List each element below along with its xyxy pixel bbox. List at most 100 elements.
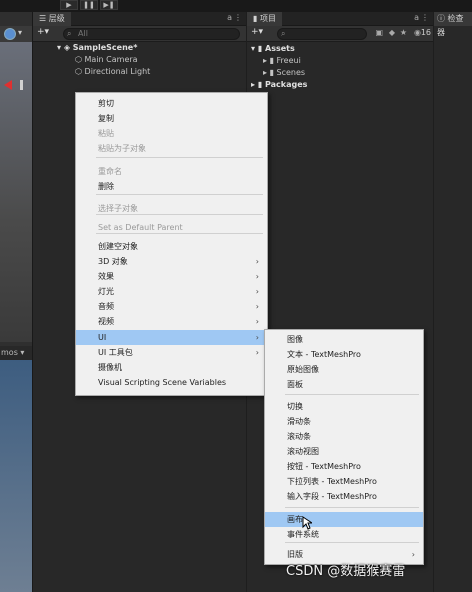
menu-item-label: 滑动条 <box>287 417 311 426</box>
menu-item-label: 输入字段 - TextMeshPro <box>287 492 377 501</box>
game-tab[interactable]: mos ▾ <box>0 346 32 360</box>
context-menu-item[interactable]: Visual Scripting Scene Variables <box>76 375 267 390</box>
tab-inspector[interactable]: ⓘ 检查器 <box>434 12 472 37</box>
chevron-right-icon: › <box>255 348 259 357</box>
context-menu-item[interactable]: UI › <box>76 330 267 345</box>
folder-icon: ▮ <box>257 44 265 53</box>
menu-item-label: 灯光 <box>98 287 114 296</box>
scene-view[interactable] <box>0 42 32 342</box>
context-menu-item: 粘贴 <box>76 126 267 141</box>
context-menu-item[interactable]: 视频 › <box>76 314 267 329</box>
menu-item-label: 创建空对象 <box>98 242 138 251</box>
axis-gizmo-icon <box>4 80 12 90</box>
project-tabbar: ▮ 项目 a ⋮ <box>247 12 433 26</box>
search-input[interactable]: ⌕ All <box>63 28 240 40</box>
lock-icon[interactable]: a <box>227 13 232 22</box>
menu-item-label: 文本 - TextMeshPro <box>287 350 361 359</box>
scene-row[interactable]: ▾ ◈ SampleScene* <box>57 42 137 54</box>
submenu-item[interactable]: 输入字段 - TextMeshPro <box>265 489 423 504</box>
watermark: CSDN @数据猴赛雷 <box>286 564 406 579</box>
menu-item-label: 下拉列表 - TextMeshPro <box>287 477 377 486</box>
filter-type-icon[interactable]: ▣ <box>375 28 383 37</box>
context-menu-item[interactable]: UI 工具包 › <box>76 345 267 360</box>
search-icon: ⌕ <box>67 29 72 38</box>
hierarchy-tabbar: ☰ 层级 a ⋮ <box>33 12 246 26</box>
pause-button[interactable]: ❚❚ <box>80 0 98 10</box>
add-button[interactable]: +▾ <box>37 27 49 37</box>
tree-item-packages[interactable]: ▸ ▮ Packages <box>251 79 307 91</box>
hierarchy-toolbar: +▾ ⌕ All <box>33 26 246 42</box>
menu-item-label: 旧版 <box>287 550 303 559</box>
more-icon[interactable]: ⋮ <box>234 13 242 22</box>
context-menu-item[interactable]: 效果 › <box>76 269 267 284</box>
context-menu-item[interactable]: 删除 <box>76 179 267 194</box>
context-menu-item[interactable]: 剪切 <box>76 96 267 111</box>
submenu-item[interactable]: 画布 <box>265 512 423 527</box>
submenu-item[interactable]: 图像 <box>265 332 423 347</box>
folder-icon: ▮ <box>269 56 277 65</box>
expand-arrow-icon[interactable]: ▸ <box>251 80 258 89</box>
search-placeholder: All <box>78 29 88 38</box>
context-menu-item[interactable]: 音频 › <box>76 299 267 314</box>
tree-item-label: Packages <box>265 80 308 89</box>
submenu-item[interactable]: 原始图像 <box>265 362 423 377</box>
submenu-item[interactable]: 滚动视图 <box>265 444 423 459</box>
folder-icon: ▮ <box>269 68 277 77</box>
menu-item-label: Set as Default Parent <box>98 223 183 232</box>
add-button[interactable]: +▾ <box>251 27 263 37</box>
menu-separator <box>285 507 419 508</box>
menu-item-label: 3D 对象 <box>98 257 128 266</box>
top-toolbar: ▶ ❚❚ ▶❚ <box>0 0 472 12</box>
tab-hierarchy-label: 层级 <box>48 14 65 23</box>
submenu-item[interactable]: 滚动条 <box>265 429 423 444</box>
context-menu-item[interactable]: 3D 对象 › <box>76 254 267 269</box>
gizmo-icon[interactable] <box>4 28 16 40</box>
context-menu-item: 重命名 <box>76 164 267 179</box>
context-menu-item[interactable]: 摄像机 <box>76 360 267 375</box>
context-menu-item[interactable]: 创建空对象 <box>76 239 267 254</box>
menu-item-label: 选择子对象 <box>98 204 138 213</box>
expand-arrow-icon[interactable]: ▾ <box>251 44 258 53</box>
tree-item-label: Freeui <box>276 56 301 65</box>
chevron-right-icon: › <box>255 257 259 266</box>
tab-hierarchy[interactable]: ☰ 层级 <box>33 12 71 26</box>
menu-item-label: 原始图像 <box>287 365 319 374</box>
more-icon[interactable]: ⋮ <box>421 13 429 22</box>
submenu-item[interactable]: 滑动条 <box>265 414 423 429</box>
project-search-input[interactable]: ⌕ <box>277 28 367 40</box>
submenu-item[interactable]: 面板 <box>265 377 423 392</box>
submenu-item[interactable]: 切换 <box>265 399 423 414</box>
chevron-down-icon[interactable]: ▾ <box>18 28 22 37</box>
favorite-icon[interactable]: ★ <box>400 28 407 37</box>
folder-icon: ▮ <box>257 80 265 89</box>
menu-item-label: 滚动条 <box>287 432 311 441</box>
menu-item-label: 面板 <box>287 380 303 389</box>
inspector-tabbar: ⓘ 检查器 <box>434 12 472 37</box>
submenu-item[interactable]: 下拉列表 - TextMeshPro <box>265 474 423 489</box>
tree-item-assets[interactable]: ▾ ▮ Assets <box>251 43 295 55</box>
list-icon: ☰ <box>39 14 49 23</box>
lock-icon[interactable]: a <box>414 13 419 22</box>
step-button[interactable]: ▶❚ <box>100 0 118 10</box>
submenu-item[interactable]: 文本 - TextMeshPro <box>265 347 423 362</box>
submenu-item[interactable]: 事件系统 <box>265 527 423 542</box>
tree-item-directional-light[interactable]: ⬡ Directional Light <box>75 66 150 78</box>
chevron-right-icon: › <box>255 333 259 342</box>
chevron-right-icon: › <box>255 272 259 281</box>
tree-item-label: Assets <box>265 44 295 53</box>
tab-project[interactable]: ▮ 项目 <box>247 12 282 26</box>
menu-item-label: 按钮 - TextMeshPro <box>287 462 361 471</box>
search-icon: ⌕ <box>281 29 286 38</box>
tree-item-freeui[interactable]: ▸ ▮ Freeui <box>263 55 301 67</box>
menu-item-label: 图像 <box>287 335 303 344</box>
context-menu-item[interactable]: 复制 <box>76 111 267 126</box>
submenu-item[interactable]: 按钮 - TextMeshPro <box>265 459 423 474</box>
play-button[interactable]: ▶ <box>60 0 78 10</box>
tree-item-main-camera[interactable]: ⬡ Main Camera <box>75 54 138 66</box>
filter-label-icon[interactable]: ◆ <box>389 28 395 37</box>
expand-arrow-icon[interactable]: ▾ <box>57 43 64 52</box>
context-menu-item[interactable]: 灯光 › <box>76 284 267 299</box>
menu-item-label: 音频 <box>98 302 114 311</box>
tab-project-label: 项目 <box>259 14 276 23</box>
tree-item-scenes[interactable]: ▸ ▮ Scenes <box>263 67 305 79</box>
